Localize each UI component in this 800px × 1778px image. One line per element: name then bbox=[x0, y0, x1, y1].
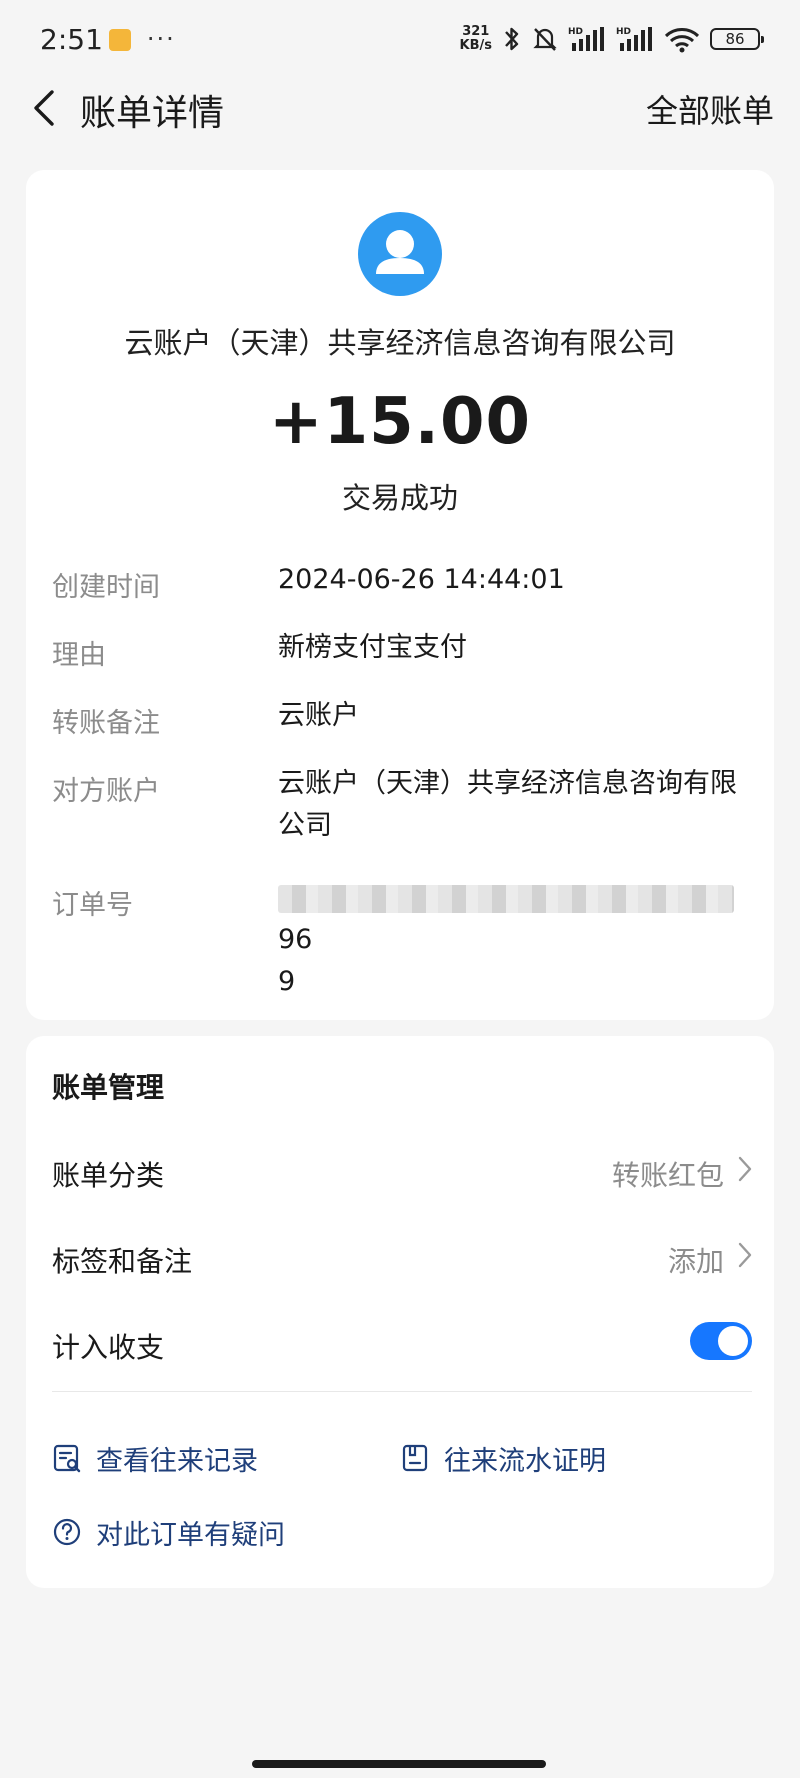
bluetooth-icon bbox=[502, 25, 522, 53]
signal-hd-1-icon: HD bbox=[568, 25, 606, 53]
signal-hd-2-icon: HD bbox=[616, 25, 654, 53]
status-icons: 321 KB/s HD HD 86 bbox=[460, 25, 764, 53]
count-in-income-expense-row: 计入收支 bbox=[52, 1318, 752, 1368]
bill-category-value: 转账红包 bbox=[611, 1159, 724, 1192]
more-notifications-icon: ··· bbox=[146, 25, 176, 53]
view-records-link[interactable]: 查看往来记录 bbox=[52, 1438, 258, 1478]
home-indicator[interactable] bbox=[252, 1760, 546, 1768]
detail-label: 对方账户 bbox=[52, 776, 160, 807]
chevron-left-icon bbox=[34, 90, 54, 126]
status-time: 2:51 bbox=[40, 22, 103, 56]
top-navigation: 账单详情 全部账单 bbox=[0, 80, 800, 134]
section-title: 账单管理 bbox=[52, 1071, 165, 1104]
battery-icon: 86 bbox=[710, 28, 764, 50]
network-speed-unit: KB/s bbox=[459, 38, 492, 53]
transaction-amount: +15.00 bbox=[268, 385, 532, 459]
transaction-proof-link[interactable]: 往来流水证明 bbox=[400, 1438, 606, 1478]
payee-avatar bbox=[358, 212, 442, 296]
order-number-line2: 9 bbox=[278, 966, 296, 997]
bill-category-label: 账单分类 bbox=[52, 1159, 165, 1192]
detail-label: 转账备注 bbox=[52, 708, 160, 739]
tags-notes-row[interactable]: 标签和备注 添加 bbox=[52, 1232, 752, 1282]
status-bar: 2:51 ··· 321 KB/s HD HD 86 bbox=[0, 0, 800, 78]
detail-value: 云账户 bbox=[278, 700, 359, 731]
wifi-icon bbox=[664, 25, 700, 53]
records-search-icon bbox=[53, 1444, 81, 1473]
chevron-right-icon bbox=[738, 1242, 752, 1268]
question-circle-icon bbox=[53, 1518, 81, 1546]
order-question-label: 对此订单有疑问 bbox=[96, 1519, 285, 1551]
view-records-label: 查看往来记录 bbox=[96, 1445, 258, 1477]
network-speed-value: 321 bbox=[462, 24, 490, 39]
payee-name: 云账户（天津）共享经济信息咨询有限公司 bbox=[124, 326, 676, 360]
detail-value: 云账户（天津）共享经济信息咨询有限公司 bbox=[278, 768, 737, 841]
page-title: 账单详情 bbox=[80, 93, 225, 134]
order-number-redacted bbox=[278, 884, 734, 913]
detail-label: 理由 bbox=[52, 640, 106, 671]
back-button[interactable] bbox=[24, 88, 64, 128]
network-speed: 321 KB/s bbox=[460, 25, 492, 53]
detail-value: 2024-06-26 14:44:01 bbox=[278, 564, 565, 595]
transaction-detail-card: 云账户（天津）共享经济信息咨询有限公司 +15.00 交易成功 创建时间 202… bbox=[26, 170, 774, 1020]
mute-bell-icon bbox=[532, 25, 558, 53]
transaction-proof-label: 往来流水证明 bbox=[444, 1445, 606, 1477]
count-in-toggle[interactable] bbox=[690, 1322, 752, 1360]
detail-label: 创建时间 bbox=[52, 572, 160, 603]
document-icon bbox=[402, 1444, 428, 1472]
notification-icon bbox=[108, 29, 131, 51]
order-question-link[interactable]: 对此订单有疑问 bbox=[52, 1512, 285, 1552]
transaction-status: 交易成功 bbox=[341, 481, 458, 515]
count-in-label: 计入收支 bbox=[52, 1331, 165, 1364]
user-icon bbox=[376, 230, 424, 274]
divider bbox=[52, 1391, 752, 1392]
bill-category-row[interactable]: 账单分类 转账红包 bbox=[52, 1146, 752, 1196]
order-number-value[interactable]: 96 9 bbox=[278, 877, 758, 1003]
toggle-knob bbox=[718, 1326, 748, 1356]
chevron-right-icon bbox=[738, 1156, 752, 1182]
svg-text:HD: HD bbox=[568, 27, 583, 37]
detail-value: 新榜支付宝支付 bbox=[278, 632, 467, 663]
detail-label: 订单号 bbox=[52, 890, 133, 921]
tags-notes-value: 添加 bbox=[667, 1245, 724, 1278]
bill-management-card: 账单管理 账单分类 转账红包 标签和备注 添加 计入收支 查看往来记录 往来流水… bbox=[26, 1036, 774, 1588]
tags-notes-label: 标签和备注 bbox=[52, 1245, 193, 1278]
order-number-suffix: 96 bbox=[278, 924, 313, 955]
all-bills-link[interactable]: 全部账单 bbox=[646, 86, 774, 132]
svg-text:HD: HD bbox=[616, 27, 631, 37]
